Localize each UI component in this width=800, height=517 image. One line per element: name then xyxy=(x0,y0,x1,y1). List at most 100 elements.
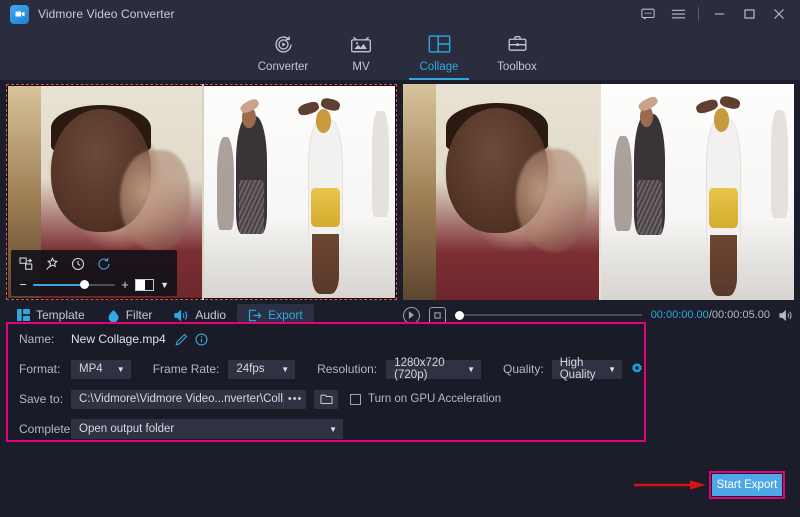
chevron-down-icon: ▼ xyxy=(329,425,337,434)
app-title: Vidmore Video Converter xyxy=(38,7,175,21)
window-controls xyxy=(633,0,800,28)
framerate-select[interactable]: 24fps ▼ xyxy=(228,360,295,379)
feedback-icon[interactable] xyxy=(633,0,663,28)
tab-audio-label: Audio xyxy=(195,308,226,322)
tab-template-label: Template xyxy=(36,308,85,322)
tab-collage[interactable]: Collage xyxy=(400,28,478,80)
format-select[interactable]: MP4 ▼ xyxy=(71,360,131,379)
playback-time: 00:00:00.00/00:00:05.00 xyxy=(651,309,770,321)
toolbox-icon xyxy=(507,32,528,56)
filter-icon xyxy=(107,309,120,322)
saveto-path-value: C:\Vidmore\Vidmore Video...nverter\Colla… xyxy=(79,393,283,405)
info-icon[interactable] xyxy=(195,333,208,346)
preview-frame-dancers xyxy=(599,84,795,300)
chevron-down-icon: ▼ xyxy=(281,365,289,374)
format-row: Format: MP4 ▼ Frame Rate: 24fps ▼ Resolu… xyxy=(8,354,644,384)
zoom-out-button[interactable]: − xyxy=(19,278,27,291)
framerate-value: 24fps xyxy=(236,363,264,375)
resolution-value: 1280x720 (720p) xyxy=(394,357,459,381)
preview-cell-2 xyxy=(599,84,795,300)
total-time: 00:00:05.00 xyxy=(712,309,770,321)
chevron-down-icon: ▼ xyxy=(608,365,616,374)
quality-select[interactable]: High Quality ▼ xyxy=(552,360,622,379)
tab-collage-label: Collage xyxy=(420,61,459,73)
pencil-icon[interactable] xyxy=(175,333,188,346)
playback-progress-slider[interactable] xyxy=(455,309,642,321)
play-icon[interactable] xyxy=(403,307,420,324)
preview-cell-divider xyxy=(599,84,601,300)
clock-icon[interactable] xyxy=(71,257,85,271)
rotate-icon[interactable] xyxy=(97,257,111,271)
chevron-down-icon: ▼ xyxy=(117,365,125,374)
saveto-row: Save to: C:\Vidmore\Vidmore Video...nver… xyxy=(8,384,644,414)
tab-toolbox-label: Toolbox xyxy=(497,61,537,73)
complete-row: Complete: Open output folder ▼ xyxy=(8,414,644,444)
quality-label: Quality: xyxy=(503,362,544,376)
template-icon xyxy=(17,309,30,321)
tab-converter[interactable]: Converter xyxy=(244,28,322,80)
folder-icon[interactable] xyxy=(314,390,338,409)
saveto-path-input[interactable]: C:\Vidmore\Vidmore Video...nverter\Colla… xyxy=(71,390,306,409)
framerate-label: Frame Rate: xyxy=(153,362,220,376)
split-icon[interactable] xyxy=(19,257,33,271)
chevron-down-icon: ▼ xyxy=(467,365,475,374)
format-value: MP4 xyxy=(79,363,103,375)
mv-icon xyxy=(350,32,372,56)
tab-converter-label: Converter xyxy=(258,61,309,73)
preview-frame-person xyxy=(403,84,599,300)
collage-icon xyxy=(428,32,451,56)
preview-stage: − + ▼ xyxy=(0,80,800,300)
annotation-arrow xyxy=(634,479,708,491)
export-settings-panel: Name: New Collage.mp4 Format: MP4 ▼ Fram… xyxy=(6,322,646,442)
start-export-button[interactable]: Start Export xyxy=(712,474,782,496)
current-time: 00:00:00.00 xyxy=(651,309,709,321)
preview-grid xyxy=(403,84,794,300)
resolution-label: Resolution: xyxy=(317,362,377,376)
title-bar: Vidmore Video Converter xyxy=(0,0,800,28)
app-logo xyxy=(10,5,29,24)
resolution-select[interactable]: 1280x720 (720p) ▼ xyxy=(386,360,481,379)
gear-icon[interactable] xyxy=(630,362,644,376)
close-icon[interactable] xyxy=(764,0,794,28)
zoom-in-button[interactable]: + xyxy=(121,278,129,291)
complete-action-value: Open output folder xyxy=(79,423,174,435)
volume-icon[interactable] xyxy=(779,309,794,322)
tab-filter-label: Filter xyxy=(126,308,153,322)
aspect-ratio-caret-icon[interactable]: ▼ xyxy=(160,280,169,290)
clip-edit-toolbar: − + ▼ xyxy=(11,250,177,296)
tab-toolbox[interactable]: Toolbox xyxy=(478,28,556,80)
gpu-acceleration-checkbox[interactable] xyxy=(350,394,361,405)
collage-cell-2[interactable] xyxy=(202,86,396,298)
audio-icon xyxy=(174,309,189,322)
format-label: Format: xyxy=(19,362,71,376)
saveto-label: Save to: xyxy=(19,392,71,406)
window-controls-divider xyxy=(698,7,699,21)
preview-cell-1 xyxy=(403,84,599,300)
collage-edit-canvas[interactable]: − + ▼ xyxy=(6,84,397,300)
aspect-ratio-icon[interactable] xyxy=(135,279,154,291)
export-button-wrapper: Start Export xyxy=(712,474,782,496)
export-icon xyxy=(248,309,262,322)
main-tab-bar: Converter MV Collage xyxy=(0,28,800,80)
maximize-icon[interactable] xyxy=(734,0,764,28)
tab-mv[interactable]: MV xyxy=(322,28,400,80)
minimize-icon[interactable] xyxy=(704,0,734,28)
hamburger-menu-icon[interactable] xyxy=(663,0,693,28)
stop-icon[interactable] xyxy=(429,307,446,324)
gpu-acceleration-label: Turn on GPU Acceleration xyxy=(368,393,501,405)
name-row: Name: New Collage.mp4 xyxy=(8,324,644,354)
quality-value: High Quality xyxy=(560,357,600,381)
tab-export-label: Export xyxy=(268,308,303,322)
complete-action-select[interactable]: Open output folder ▼ xyxy=(71,419,343,439)
tab-mv-label: MV xyxy=(352,61,369,73)
zoom-slider[interactable] xyxy=(33,279,115,291)
browse-button[interactable]: ••• xyxy=(283,390,306,409)
name-label: Name: xyxy=(19,332,71,346)
magic-wand-icon[interactable] xyxy=(45,257,59,271)
collage-cell-divider[interactable] xyxy=(202,84,204,300)
collage-preview-canvas[interactable] xyxy=(403,84,794,300)
video-frame-dancers xyxy=(202,86,396,298)
complete-label: Complete: xyxy=(19,422,71,436)
output-filename: New Collage.mp4 xyxy=(71,332,166,346)
converter-icon xyxy=(273,32,294,56)
